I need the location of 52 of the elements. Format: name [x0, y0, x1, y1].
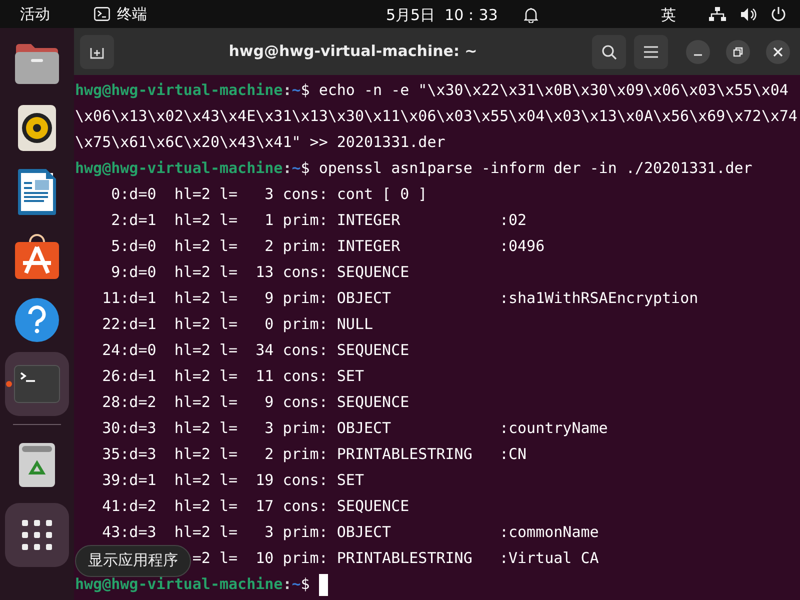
- output-line: 41:d=2 hl=2 l= 17 cons: SEQUENCE: [101, 497, 410, 515]
- app-grid-icon: [22, 520, 52, 550]
- output-line: =2 l= 10 prim: PRINTABLESTRING :Virtual CA: [192, 549, 599, 567]
- minimize-icon: [694, 54, 702, 56]
- tooltip: 显示应用程序: [75, 545, 191, 577]
- prompt-user-host: hwg@hwg-virtual-machine: [75, 575, 283, 593]
- power-icon[interactable]: [771, 6, 786, 22]
- output-line: 0:d=0 hl=2 l= 3 cons: cont [ 0 ]: [110, 185, 428, 203]
- output-line: 2:d=1 hl=2 l= 1 prim: INTEGER :02: [110, 211, 527, 229]
- menu-icon: [644, 46, 658, 58]
- output-line: 43:d=3 hl=2 l= 3 prim: OBJECT :commonName: [101, 523, 599, 541]
- folder-icon: [14, 43, 60, 85]
- prompt-separator: :: [282, 575, 292, 593]
- activities-button[interactable]: 活动: [18, 2, 52, 26]
- command-line: hwg@hwg-virtual-machine:~$ openssl asn1parse -inform der -in ./20201331.der: [75, 159, 752, 177]
- new-tab-button[interactable]: [80, 34, 114, 68]
- app-menu-button[interactable]: 终端: [94, 2, 147, 26]
- output-line: 24:d=0 hl=2 l= 34 cons: SEQUENCE: [101, 341, 410, 359]
- output-line: 30:d=3 hl=2 l= 3 prim: OBJECT :countryName: [101, 419, 608, 437]
- network-icon[interactable]: [709, 6, 726, 22]
- volume-icon[interactable]: [740, 6, 757, 22]
- bell-icon[interactable]: [524, 7, 538, 24]
- output-line: 5:d=0 hl=2 l= 2 prim: INTEGER :0496: [110, 237, 545, 255]
- clock[interactable]: 5月5日 10：33: [386, 4, 498, 26]
- close-button[interactable]: [766, 40, 790, 64]
- shopping-bag-icon: [14, 233, 60, 279]
- prompt-path: ~: [292, 575, 301, 593]
- output-line: 26:d=1 hl=2 l= 11 cons: SET: [101, 367, 364, 385]
- minimize-button[interactable]: [686, 40, 710, 64]
- close-icon: [773, 46, 783, 56]
- output-line: 11:d=1 hl=2 l= 9 prim: OBJECT :sha1WithRSAEncryption: [101, 289, 698, 307]
- window-title: hwg@hwg-virtual-machine: ~: [228, 41, 478, 62]
- output-line: 35:d=3 hl=2 l= 2 prim: PRINTABLESTRING :CN: [101, 445, 527, 463]
- document-icon: [18, 169, 56, 215]
- recycle-bin-icon: [19, 443, 55, 487]
- running-indicator: [6, 381, 12, 387]
- terminal-icon: [14, 365, 60, 403]
- terminal-icon: [94, 7, 110, 21]
- output-line: 28:d=2 hl=2 l= 9 cons: SEQUENCE: [101, 393, 410, 411]
- menu-button[interactable]: [634, 34, 668, 68]
- output-line: 22:d=1 hl=2 l= 0 prim: NULL: [101, 315, 374, 333]
- restore-icon: [733, 46, 743, 56]
- output-line: 9:d=0 hl=2 l= 13 cons: SEQUENCE: [110, 263, 410, 281]
- search-button[interactable]: [592, 34, 626, 68]
- search-icon: [601, 44, 617, 60]
- input-method-indicator[interactable]: 英: [661, 4, 676, 26]
- maximize-button[interactable]: [726, 40, 750, 64]
- help-icon: [15, 298, 59, 342]
- prompt-symbol: $: [300, 575, 310, 593]
- dock-item[interactable]: [5, 503, 69, 567]
- speaker-icon: [18, 105, 56, 151]
- output-line: 39:d=1 hl=2 l= 19 cons: SET: [101, 471, 364, 489]
